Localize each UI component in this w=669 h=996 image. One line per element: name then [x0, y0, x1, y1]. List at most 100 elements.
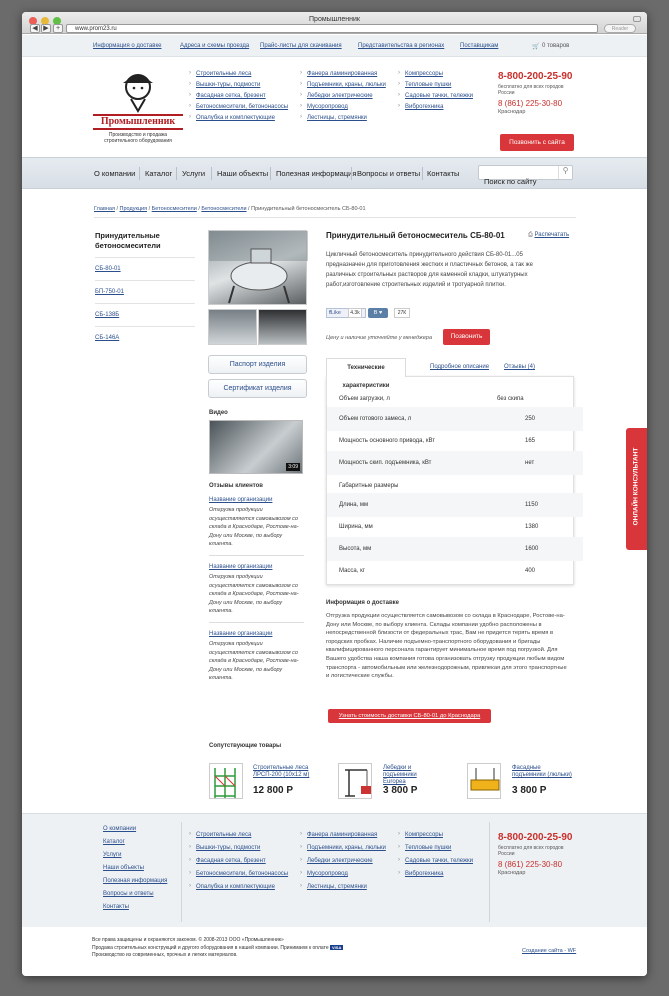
related-image-scaffold[interactable]	[209, 763, 243, 799]
breadcrumb-subcategory[interactable]: Бетоносмесители	[201, 206, 246, 212]
top-nav-addresses[interactable]: Адреса и схемы проезда	[180, 43, 249, 49]
catalog-link[interactable]: Фасадная сетка, брезент	[189, 92, 299, 99]
related-image-cradle[interactable]	[467, 763, 501, 799]
delivery-cost-button[interactable]: Узнать стоимость доставки СБ-80-01 до Кр…	[328, 709, 491, 723]
product-thumb-1[interactable]	[208, 309, 257, 345]
online-consultant-tab[interactable]: ОНЛАЙН КОНСУЛЬТАНТ	[626, 428, 647, 550]
sidebar-item[interactable]: СБ-80-01	[95, 257, 195, 280]
catalog-link[interactable]: Лебедки электрические	[300, 92, 410, 99]
forward-button[interactable]: ▶	[41, 24, 51, 33]
footer-legal: Все права защищены и охраняются законом.…	[92, 937, 392, 959]
print-link[interactable]: ⎙ Распечатать	[528, 232, 569, 239]
related-name[interactable]: Лебедки и подъемники Europea	[383, 765, 441, 786]
main-nav-services[interactable]: Услуги	[182, 169, 205, 178]
address-bar[interactable]: www.prom23.ru	[66, 24, 598, 33]
back-button[interactable]: ◀	[30, 24, 40, 33]
web-page: Информация о доставке Адреса и схемы про…	[22, 35, 647, 976]
catalog-column-1: Строительные леса Вышки-туры, подмости Ф…	[189, 70, 299, 126]
footer-nav: О компании Каталог Услуги Наши объекты П…	[103, 826, 167, 917]
catalog-link[interactable]: Виброгехника	[398, 103, 508, 110]
product-title: Принудительный бетоносмеситель СБ-80-01	[326, 231, 505, 240]
footer-nav-item[interactable]: О компании	[103, 826, 167, 832]
tab-specs[interactable]: Технические характеристики	[326, 358, 406, 389]
catalog-column-2: Фанера ламинированная Подъемники, краны,…	[300, 70, 410, 126]
review-org[interactable]: Название организации	[209, 631, 304, 637]
sidebar: Принудительные бетоносмесители СБ-80-01 …	[95, 231, 195, 349]
cart-icon[interactable]: 🛒	[532, 43, 539, 50]
footer-nav-item[interactable]: Вопросы и ответы	[103, 891, 167, 897]
logo-worker-icon	[123, 74, 153, 113]
dim-row: Ширина, мм 1380	[339, 524, 539, 530]
catalog-link[interactable]: Подъемники, краны, люльки	[300, 81, 410, 88]
address-url: www.prom23.ru	[75, 26, 117, 32]
top-nav-suppliers[interactable]: Поставщикам	[460, 43, 498, 49]
logo[interactable]: Промышленник Производство и продажа стро…	[93, 67, 183, 147]
related-name[interactable]: Строительные леса ЛРСП-200 (10x12 м)	[253, 765, 311, 779]
review-text: Отгрузка продукции осуществляется самовы…	[209, 640, 299, 682]
catalog-link[interactable]: Компрессоры	[398, 70, 508, 77]
top-nav-regions[interactable]: Представительства в регионах	[358, 43, 444, 49]
footer-nav-item[interactable]: Контакты	[103, 904, 167, 910]
vk-like-count: 27К	[394, 308, 410, 318]
add-tab-button[interactable]: +	[53, 24, 63, 33]
related-name[interactable]: Фасадные подъемники (люльки)	[512, 765, 572, 779]
catalog-link[interactable]: Строительные леса	[189, 70, 299, 77]
video-player[interactable]: 3:09	[209, 420, 303, 474]
catalog-link[interactable]: Лестницы, стремянки	[300, 114, 410, 121]
footer-catalog-1: Строительные леса Вышки-туры, подмости Ф…	[189, 831, 297, 897]
footer-nav-item[interactable]: Услуги	[103, 852, 167, 858]
review-org[interactable]: Название организации	[209, 497, 304, 503]
breadcrumb-products[interactable]: Продукция	[120, 206, 148, 212]
related-image-winch[interactable]	[338, 763, 372, 799]
footer-nav-item[interactable]: Каталог	[103, 839, 167, 845]
breadcrumb-category[interactable]: Бетоносмесители	[152, 206, 197, 212]
call-from-site-button[interactable]: Позвонить с сайта	[500, 134, 574, 151]
main-nav-useful[interactable]: Полезная информация	[276, 169, 356, 178]
catalog-link[interactable]: Вышки-туры, подмости	[189, 81, 299, 88]
main-nav-contacts[interactable]: Контакты	[427, 169, 459, 178]
passport-button[interactable]: Паспорт изделия	[208, 355, 307, 374]
footer-city: Краснодар	[498, 870, 526, 876]
main-nav-about[interactable]: О компании	[94, 169, 135, 178]
catalog-link[interactable]: Бетоносмесители, бетононасосы	[189, 103, 299, 110]
catalog-link[interactable]: Фанера ламинированная	[300, 70, 410, 77]
reader-button[interactable]: Reader	[604, 24, 636, 33]
review-org[interactable]: Название организации	[209, 564, 304, 570]
top-nav: Информация о доставке Адреса и схемы про…	[22, 35, 647, 57]
product-main-image[interactable]	[208, 230, 308, 305]
phone-city: Краснодар	[498, 109, 526, 115]
vk-icon: В	[373, 310, 378, 316]
product-description: Цикличный бетоносмеситель принудительног…	[326, 252, 533, 288]
product-thumb-2[interactable]	[258, 309, 307, 345]
breadcrumb-home[interactable]: Главная	[94, 206, 115, 212]
main-nav-faq[interactable]: Вопросы и ответы	[357, 169, 420, 178]
search-icon[interactable]: ⚲	[558, 166, 572, 179]
catalog-link[interactable]: Тепловые пушки	[398, 81, 508, 88]
dim-row: Длина, мм 1150	[327, 493, 583, 517]
vk-like-button[interactable]: В ♥	[368, 308, 388, 318]
tab-reviews[interactable]: Отзывы (4)	[504, 364, 535, 370]
top-nav-delivery[interactable]: Информация о доставке	[93, 43, 161, 49]
cart-count[interactable]: 0 товаров	[542, 43, 569, 49]
sidebar-item[interactable]: СБ-138Б	[95, 303, 195, 326]
footer-nav-item[interactable]: Полезная информация	[103, 878, 167, 884]
footer-phone-main: 8-800-200-25-90	[498, 832, 573, 843]
main-nav-catalog[interactable]: Каталог	[145, 169, 172, 178]
fullscreen-icon[interactable]	[633, 16, 641, 22]
call-button[interactable]: Позвонить	[443, 329, 490, 345]
footer-nav-item[interactable]: Наши объекты	[103, 865, 167, 871]
creator-link[interactable]: Создание сайта - WF	[522, 948, 576, 954]
certificate-button[interactable]: Сертификат изделия	[208, 379, 307, 398]
tab-description[interactable]: Подробное описание	[430, 364, 489, 370]
video-duration: 3:09	[286, 463, 300, 471]
top-nav-prices[interactable]: Прайс-листы для скачивания	[260, 43, 342, 49]
main-nav-objects[interactable]: Наши объекты	[217, 169, 268, 178]
related-title: Сопутствующие товары	[209, 743, 282, 749]
catalog-link[interactable]: Мусоропровод	[300, 103, 410, 110]
review-text: Отгрузка продукции осуществляется самовы…	[209, 507, 299, 548]
sidebar-item[interactable]: БП-750-01	[95, 280, 195, 303]
delivery-title: Информация о доставке	[326, 600, 399, 606]
catalog-link[interactable]: Опалубка и комплектующие	[189, 114, 299, 121]
catalog-link[interactable]: Садовые тачки, тележки	[398, 92, 508, 99]
sidebar-item[interactable]: СБ-146А	[95, 326, 195, 349]
